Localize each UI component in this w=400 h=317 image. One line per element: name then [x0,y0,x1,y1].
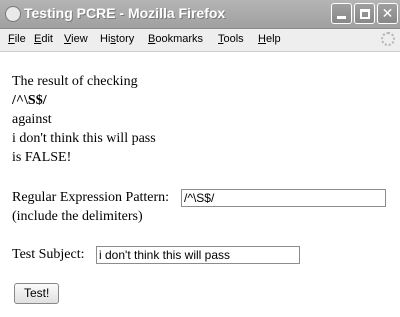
pattern-input[interactable]: /^\S$/ [181,189,386,207]
menu-history[interactable]: History [100,33,134,45]
menu-file[interactable]: File [8,33,26,45]
menu-view[interactable]: View [64,33,88,45]
result-subject: i don't think this will pass [12,131,156,146]
maximize-icon [359,8,370,19]
pattern-hint: (include the delimiters) [12,209,143,224]
minimize-icon [337,16,346,19]
browser-window: Testing PCRE - Mozilla Firefox ✕ File Ed… [0,0,400,317]
test-button[interactable]: Test! [14,283,60,304]
menu-bookmarks[interactable]: Bookmarks [148,33,203,45]
menu-bar: File Edit View History Bookmarks Tools H… [0,29,400,52]
title-bar[interactable]: Testing PCRE - Mozilla Firefox ✕ [0,0,400,29]
close-icon: ✕ [381,5,394,22]
pattern-label: Regular Expression Pattern: [12,190,170,205]
subject-label: Test Subject: [12,247,85,262]
window-title: Testing PCRE - Mozilla Firefox [24,5,226,21]
close-button[interactable]: ✕ [377,3,398,24]
result-pattern: /^\S$/ [12,93,47,108]
menu-help[interactable]: Help [258,33,281,45]
minimize-button[interactable] [331,3,352,24]
result-intro: The result of checking [12,74,138,89]
menu-edit[interactable]: Edit [34,33,53,45]
firefox-icon [5,6,21,22]
result-against: against [12,112,52,127]
menu-tools[interactable]: Tools [218,33,244,45]
page-content: The result of checking /^\S$/ against i … [0,52,400,317]
maximize-button[interactable] [354,3,375,24]
result-outcome: is FALSE! [12,150,72,165]
subject-input[interactable]: i don't think this will pass [96,246,300,264]
throbber-icon [381,32,395,46]
